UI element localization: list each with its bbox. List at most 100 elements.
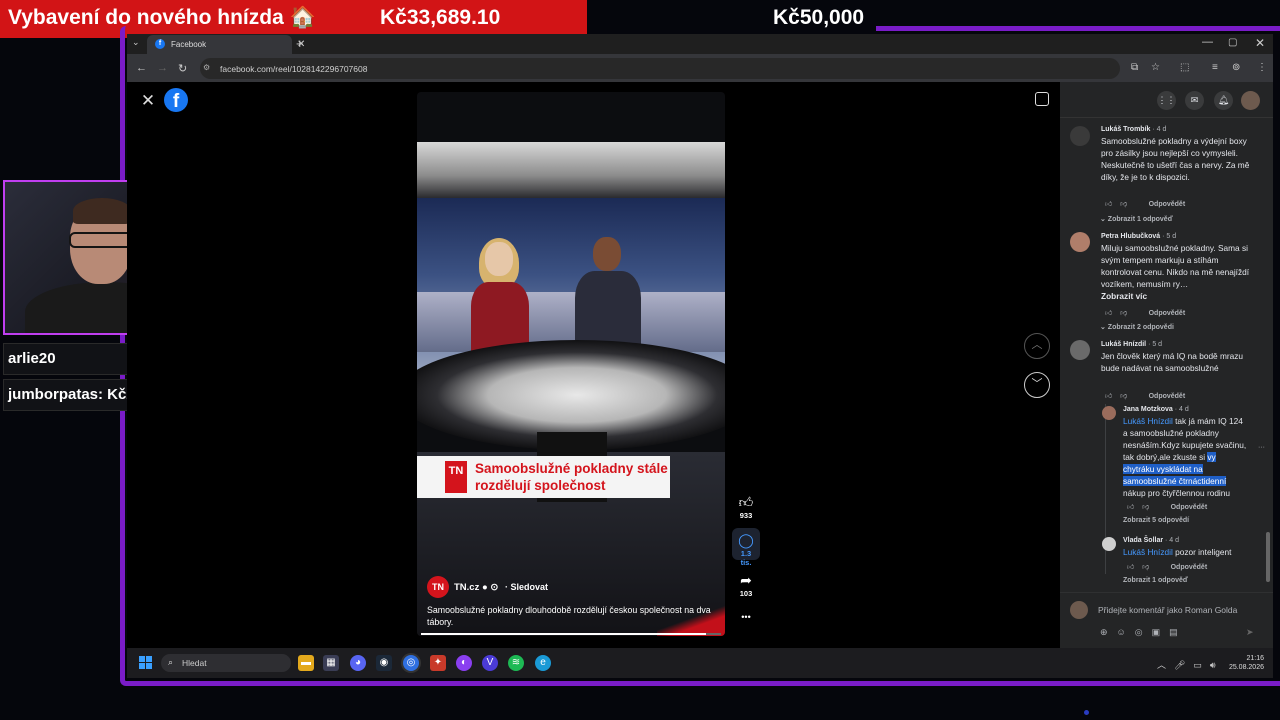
clock-date[interactable]: 25.08.2026 xyxy=(1228,664,1264,671)
bookmark-star-icon[interactable]: ☆ xyxy=(1151,62,1160,73)
tab-title: Facebook xyxy=(171,40,207,49)
back-icon[interactable]: ← xyxy=(136,62,147,74)
avatar[interactable] xyxy=(1070,340,1090,360)
clock-time[interactable]: 21:16 xyxy=(1228,655,1264,662)
comment-composer: Přidejte komentář jako Roman Golda ⊕☺◎▣▤… xyxy=(1060,592,1273,648)
panel-header: ⋮⋮ ✉ 🔔︎ xyxy=(1060,82,1273,118)
address-bar: ← → ↻ facebook.com/reel/1028142296707608… xyxy=(127,54,1273,82)
see-more-link[interactable]: Zobrazit víc xyxy=(1101,290,1147,302)
messenger-icon[interactable]: ✉ xyxy=(1185,91,1204,110)
send-icon[interactable]: ➤ xyxy=(1246,627,1254,638)
url-input[interactable]: facebook.com/reel/1028142296707608 xyxy=(200,58,1120,79)
facebook-logo-icon[interactable]: f xyxy=(164,88,188,112)
game-icon[interactable]: ⊚ xyxy=(1232,62,1240,73)
next-reel-icon[interactable]: ﹀ xyxy=(1024,372,1050,398)
reel-video[interactable]: TN Samoobslužné pokladny stále rozdělují… xyxy=(417,92,725,636)
reply-link[interactable]: Odpovědět xyxy=(1149,201,1186,208)
steam-icon[interactable]: ◉ xyxy=(376,655,392,671)
avatar[interactable] xyxy=(1070,126,1090,146)
reply-link[interactable]: Odpovědět xyxy=(1149,393,1186,400)
task-manager-icon[interactable]: ▦ xyxy=(323,655,339,671)
video-progress-fill xyxy=(421,633,706,635)
tab-bar: ⌄ f Facebook ✕ + — ▢ ✕ xyxy=(127,34,1273,54)
browser-menu-icon[interactable]: ⋮ xyxy=(1257,62,1267,73)
discord-icon[interactable]: ◕ xyxy=(350,655,366,671)
menu-grid-icon[interactable]: ⋮⋮ xyxy=(1157,91,1176,110)
comment-button[interactable]: ◯ 1.3 tis. xyxy=(735,532,757,567)
avatar[interactable] xyxy=(1102,537,1116,551)
studio-ceiling xyxy=(417,142,725,198)
show-replies-link[interactable]: ⌄ Zobrazit 1 odpověď xyxy=(1100,215,1173,223)
chrome-icon[interactable]: ◎ xyxy=(403,655,419,671)
share-count: 103 xyxy=(739,589,753,598)
tab-search-icon[interactable]: ⌄ xyxy=(132,37,140,48)
toggle-panel-icon[interactable] xyxy=(1035,92,1049,106)
comments-scrollbar[interactable] xyxy=(1266,532,1270,582)
show-replies-link[interactable]: Zobrazit 5 odpovědí xyxy=(1123,517,1189,524)
reload-icon[interactable]: ↻ xyxy=(178,62,187,75)
comment-more-icon[interactable]: ··· xyxy=(1258,444,1265,451)
taskbar-search[interactable]: Hledat xyxy=(161,654,291,672)
follow-button[interactable]: · Sledovat xyxy=(505,582,548,592)
reply-link[interactable]: Odpovědět xyxy=(1149,310,1186,317)
spotify-icon[interactable]: ≋ xyxy=(508,655,524,671)
comment-author[interactable]: Lukáš Hnízdil · 5 d xyxy=(1101,341,1162,348)
news-anchor-male xyxy=(567,237,647,361)
search-icon: ⌕ xyxy=(168,657,174,667)
tn-logo-icon: TN xyxy=(445,461,467,493)
anchor-face xyxy=(485,242,513,276)
forward-icon[interactable]: → xyxy=(157,62,168,74)
reply-text: Lukáš Hnízdil tak já mám IQ 124 a samoob… xyxy=(1123,416,1247,498)
app-icon[interactable]: ✦ xyxy=(430,655,446,671)
show-replies-link[interactable]: Zobrazit 1 odpověď xyxy=(1123,577,1188,584)
more-options-button[interactable]: ••• xyxy=(735,612,757,622)
system-tray[interactable]: ︿🎤︎▭🔊︎ xyxy=(1157,658,1224,671)
anchor-face xyxy=(593,237,621,271)
comment-actions: 👍︎ 👎︎ Odpovědět xyxy=(1127,504,1208,511)
cast-icon[interactable]: ⧉ xyxy=(1131,62,1138,73)
share-icon: ➦ xyxy=(740,572,752,588)
comment-text: Miluju samoobslužné pokladny. Sama si sv… xyxy=(1101,243,1250,289)
minimize-icon[interactable]: — xyxy=(1202,36,1213,48)
close-reel-icon[interactable]: ✕ xyxy=(139,92,157,110)
thumbs-up-icon: 👍︎ xyxy=(738,494,754,510)
maximize-icon[interactable]: ▢ xyxy=(1228,37,1237,48)
share-button[interactable]: ➦ 103 xyxy=(735,572,757,598)
lower-third-headline: Samoobslužné pokladny stále rozdělují sp… xyxy=(475,461,668,493)
notifications-icon[interactable]: 🔔︎ xyxy=(1214,91,1233,110)
comment-author[interactable]: Lukáš Trombík · 4 d xyxy=(1101,126,1166,133)
comment-input[interactable]: Přidejte komentář jako Roman Golda xyxy=(1098,605,1237,615)
firefox-icon[interactable]: ◐ xyxy=(456,655,472,671)
vpn-icon[interactable]: V xyxy=(482,655,498,671)
comment-author[interactable]: Jana Motzkova · 4 d xyxy=(1123,406,1189,413)
profile-icon[interactable]: ≡ xyxy=(1212,62,1218,73)
comment-author[interactable]: Vlada Šollar · 4 d xyxy=(1123,537,1179,544)
page-viewport: ✕ f TN Samoobslužné pokladny stále rozdě… xyxy=(127,82,1273,648)
new-tab-icon[interactable]: + xyxy=(296,36,304,51)
comment-author[interactable]: Petra Hlubučková · 5 d xyxy=(1101,233,1176,240)
channel-name[interactable]: TN.cz ● ⊙ xyxy=(454,582,498,593)
comment-actions: 👍︎ 👎︎ Odpovědět xyxy=(1105,393,1186,400)
avatar[interactable] xyxy=(1070,232,1090,252)
account-avatar[interactable] xyxy=(1241,91,1260,110)
background-star xyxy=(1084,710,1089,715)
composer-tools[interactable]: ⊕☺◎▣▤ xyxy=(1100,627,1187,638)
edge-icon[interactable]: e xyxy=(535,655,551,671)
like-button[interactable]: 👍︎ 933 xyxy=(735,494,757,520)
mention-link[interactable]: Lukáš Hnízdil xyxy=(1123,547,1173,557)
file-explorer-icon[interactable]: ▬ xyxy=(298,655,314,671)
reply-link[interactable]: Odpovědět xyxy=(1171,504,1208,511)
window-close-icon[interactable]: ✕ xyxy=(1255,36,1265,50)
like-count: 933 xyxy=(739,511,753,520)
mention-link[interactable]: Lukáš Hnízdil xyxy=(1123,416,1173,426)
reply-link[interactable]: Odpovědět xyxy=(1171,564,1208,571)
comment-text: Samoobslužné pokladny a výdejní boxy pro… xyxy=(1101,136,1250,182)
site-info-icon[interactable]: ⚙ xyxy=(203,63,210,72)
show-replies-link[interactable]: ⌄ Zobrazit 2 odpovědi xyxy=(1100,323,1174,331)
previous-reel-icon[interactable]: ︿ xyxy=(1024,333,1050,359)
avatar[interactable] xyxy=(1102,406,1116,420)
tab-facebook[interactable]: f Facebook ✕ xyxy=(147,35,305,54)
channel-avatar[interactable]: TN xyxy=(427,576,449,598)
extensions-icon[interactable]: ⬚ xyxy=(1180,62,1189,73)
start-icon[interactable] xyxy=(139,656,153,670)
